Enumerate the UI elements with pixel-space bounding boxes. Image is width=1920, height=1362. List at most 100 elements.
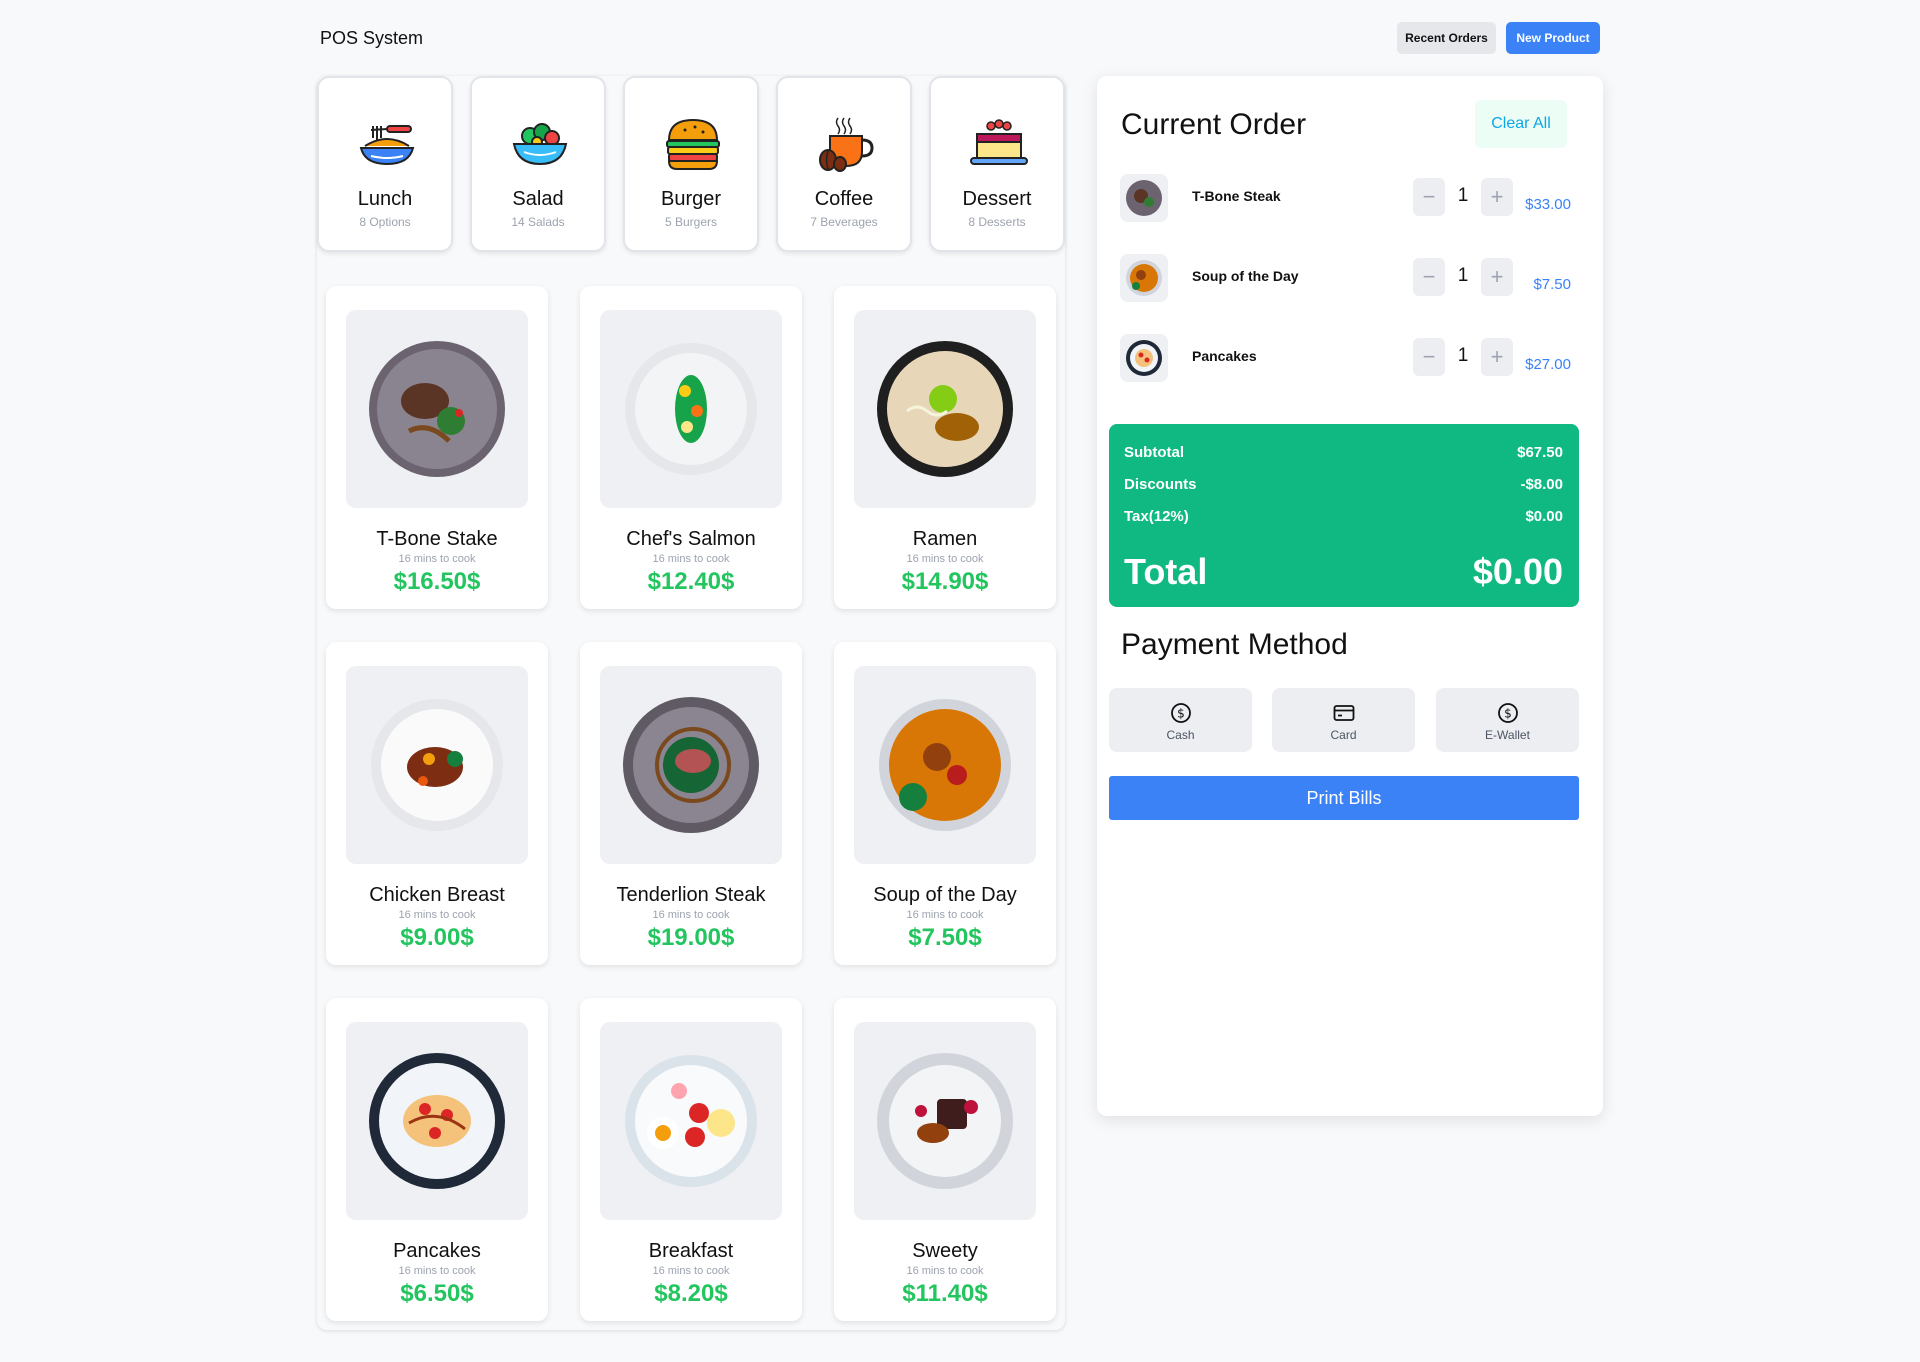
product-card-t-bone-stake[interactable]: T-Bone Stake 16 mins to cook $16.50$	[326, 286, 548, 609]
product-card-chicken-breast[interactable]: Chicken Breast 16 mins to cook $9.00$	[326, 642, 548, 965]
new-product-button[interactable]: New Product	[1506, 22, 1600, 54]
recent-orders-button[interactable]: Recent Orders	[1397, 22, 1496, 54]
product-name: Ramen	[912, 528, 978, 550]
order-item: Soup of the Day − 1 + $7.50	[1097, 250, 1603, 306]
category-count: 7 Beverages	[810, 215, 878, 229]
order-item-qty: 1	[1457, 185, 1469, 206]
discounts-label: Discounts	[1124, 476, 1197, 493]
product-image	[854, 1022, 1036, 1220]
subtotal-row: Subtotal $67.50	[1124, 444, 1563, 461]
decrease-qty-button[interactable]: −	[1413, 178, 1445, 216]
product-cook-time: 16 mins to cook	[398, 553, 476, 565]
category-card-coffee[interactable]: Coffee 7 Beverages	[776, 76, 912, 252]
discounts-value: -$8.00	[1520, 476, 1563, 493]
category-name: Dessert	[962, 188, 1032, 210]
product-name: Chef's Salmon	[626, 528, 756, 550]
product-card-soup-of-the-day[interactable]: Soup of the Day 16 mins to cook $7.50$	[834, 642, 1056, 965]
total-value: $0.00	[1472, 551, 1563, 592]
category-count: 14 Salads	[511, 215, 565, 229]
pay-method-label: E-Wallet	[1485, 728, 1530, 742]
product-card-breakfast[interactable]: Breakfast 16 mins to cook $8.20$	[580, 998, 802, 1321]
order-item: T-Bone Steak − 1 + $33.00	[1097, 170, 1603, 226]
product-image	[854, 666, 1036, 864]
current-order-panel: Current Order Clear All T-Bone Steak − 1…	[1097, 76, 1603, 1116]
product-name: Breakfast	[648, 1240, 734, 1262]
product-cook-time: 16 mins to cook	[398, 909, 476, 921]
product-name: Tenderlion Steak	[616, 884, 766, 906]
product-cook-time: 16 mins to cook	[652, 909, 730, 921]
product-name: Sweety	[912, 1240, 978, 1262]
decrease-qty-button[interactable]: −	[1413, 338, 1445, 376]
product-cook-time: 16 mins to cook	[906, 909, 984, 921]
total-label: Total	[1124, 551, 1208, 592]
pay-cash-button[interactable]: $ Cash	[1109, 688, 1252, 752]
order-item-name: T-Bone Steak	[1192, 188, 1281, 204]
product-price: $11.40$	[902, 1280, 988, 1307]
product-price: $12.40$	[647, 568, 735, 595]
pay-ewallet-button[interactable]: $ E-Wallet	[1436, 688, 1579, 752]
category-name: Salad	[512, 188, 564, 210]
order-item-thumbnail	[1120, 254, 1168, 302]
category-card-dessert[interactable]: Dessert 8 Desserts	[929, 76, 1065, 252]
subtotal-label: Subtotal	[1124, 444, 1184, 461]
product-name: T-Bone Stake	[376, 528, 498, 550]
payment-method-title: Payment Method	[1121, 628, 1348, 661]
increase-qty-button[interactable]: +	[1481, 258, 1513, 296]
product-cook-time: 16 mins to cook	[906, 553, 984, 565]
order-item-thumbnail	[1120, 174, 1168, 222]
tax-label: Tax(12%)	[1124, 508, 1189, 525]
order-title: Current Order	[1121, 108, 1307, 141]
subtotal-value: $67.50	[1517, 444, 1563, 461]
product-price: $6.50$	[400, 1280, 474, 1307]
svg-text:$: $	[1177, 707, 1185, 721]
product-image	[600, 1022, 782, 1220]
product-card-chefs-salmon[interactable]: Chef's Salmon 16 mins to cook $12.40$	[580, 286, 802, 609]
category-count: 8 Options	[359, 215, 411, 229]
order-totals-card: Subtotal $67.50 Discounts -$8.00 Tax(12%…	[1109, 424, 1579, 607]
product-price: $19.00$	[647, 924, 735, 951]
category-count: 5 Burgers	[664, 215, 718, 229]
pay-method-label: Cash	[1166, 728, 1195, 742]
product-cook-time: 16 mins to cook	[652, 553, 730, 565]
order-item-name: Pancakes	[1192, 348, 1257, 364]
print-bills-button[interactable]: Print Bills	[1109, 776, 1579, 820]
order-item-name: Soup of the Day	[1192, 268, 1299, 284]
tax-value: $0.00	[1525, 508, 1563, 525]
product-card-ramen[interactable]: Ramen 16 mins to cook $14.90$	[834, 286, 1056, 609]
noodles-icon	[357, 116, 417, 172]
product-cook-time: 16 mins to cook	[652, 1265, 730, 1277]
product-name: Pancakes	[393, 1240, 481, 1262]
order-item-price: $33.00	[1525, 196, 1571, 213]
order-item-price: $27.00	[1525, 356, 1571, 373]
coffee-cup-icon	[816, 116, 876, 172]
product-card-tenderlion-steak[interactable]: Tenderlion Steak 16 mins to cook $19.00$	[580, 642, 802, 965]
product-price: $8.20$	[654, 1280, 728, 1307]
product-name: Chicken Breast	[369, 884, 505, 906]
product-name: Soup of the Day	[873, 884, 1017, 906]
cake-icon	[969, 116, 1029, 172]
category-card-lunch[interactable]: Lunch 8 Options	[317, 76, 453, 252]
pay-card-button[interactable]: Card	[1272, 688, 1415, 752]
order-item-qty: 1	[1457, 265, 1469, 286]
category-count: 8 Desserts	[968, 215, 1026, 229]
increase-qty-button[interactable]: +	[1481, 178, 1513, 216]
decrease-qty-button[interactable]: −	[1413, 258, 1445, 296]
clear-all-button[interactable]: Clear All	[1475, 100, 1567, 148]
order-item-thumbnail	[1120, 334, 1168, 382]
product-card-pancakes[interactable]: Pancakes 16 mins to cook $6.50$	[326, 998, 548, 1321]
salad-bowl-icon	[510, 116, 570, 172]
product-image	[346, 666, 528, 864]
product-image	[854, 310, 1036, 508]
product-image	[600, 666, 782, 864]
order-item-qty: 1	[1457, 345, 1469, 366]
product-cook-time: 16 mins to cook	[906, 1265, 984, 1277]
category-name: Lunch	[357, 188, 413, 210]
increase-qty-button[interactable]: +	[1481, 338, 1513, 376]
menu-panel: Lunch 8 Options Salad 14 Salads Burger 5…	[317, 76, 1065, 1330]
product-card-sweety[interactable]: Sweety 16 mins to cook $11.40$	[834, 998, 1056, 1321]
tax-row: Tax(12%) $0.00	[1124, 508, 1563, 525]
product-cook-time: 16 mins to cook	[398, 1265, 476, 1277]
order-item-price: $7.50	[1533, 276, 1571, 293]
category-card-salad[interactable]: Salad 14 Salads	[470, 76, 606, 252]
category-card-burger[interactable]: Burger 5 Burgers	[623, 76, 759, 252]
